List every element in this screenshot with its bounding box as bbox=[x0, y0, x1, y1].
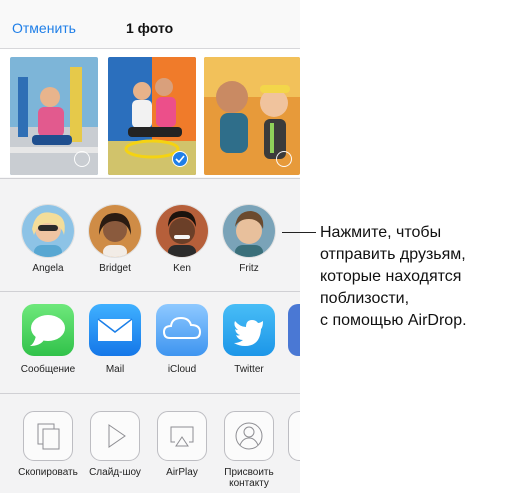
callout-line-2: отправить друзьям, bbox=[320, 246, 466, 263]
avatar bbox=[155, 204, 209, 258]
action-label: AirPlay bbox=[166, 467, 198, 478]
airdrop-person[interactable]: Bridget bbox=[85, 204, 145, 274]
share-sheet: Отменить 1 фото Angela Bridget Ken Fritz… bbox=[0, 0, 300, 493]
app-label: Mail bbox=[105, 364, 125, 375]
select-circle[interactable] bbox=[74, 151, 90, 167]
app-label: Twitter bbox=[234, 364, 264, 375]
person-name: Bridget bbox=[99, 263, 131, 274]
person-name: Angela bbox=[32, 263, 64, 274]
airdrop-person[interactable]: Ken bbox=[152, 204, 212, 274]
copy-icon bbox=[23, 411, 73, 461]
airplay-icon bbox=[157, 411, 207, 461]
share-app-icloud[interactable]: iCloud bbox=[149, 304, 215, 375]
share-app-mail[interactable]: Mail bbox=[82, 304, 148, 375]
callout-line-1: Нажмите, чтобы bbox=[320, 224, 442, 241]
action-assign-contact[interactable]: Присвоить контакту bbox=[215, 411, 283, 489]
select-circle[interactable] bbox=[276, 151, 292, 167]
person-name: Fritz bbox=[239, 263, 259, 274]
airdrop-person[interactable]: Angela bbox=[18, 204, 78, 274]
photo-strip[interactable] bbox=[0, 49, 300, 177]
action-slideshow[interactable]: Слайд-шоу bbox=[81, 411, 149, 478]
slideshow-icon bbox=[90, 411, 140, 461]
page-title: 1 фото bbox=[126, 20, 174, 36]
mail-icon bbox=[89, 304, 141, 356]
navigation-bar: Отменить 1 фото bbox=[0, 0, 300, 49]
photo-thumbnail-3[interactable] bbox=[204, 57, 300, 175]
share-app-twitter[interactable]: Twitter bbox=[216, 304, 282, 375]
callout-line-5: с помощью AirDrop. bbox=[320, 312, 467, 329]
cancel-button[interactable]: Отменить bbox=[12, 20, 76, 36]
icloud-icon bbox=[156, 304, 208, 356]
airdrop-person[interactable]: Fritz bbox=[219, 204, 279, 274]
more-action-icon[interactable] bbox=[288, 411, 300, 461]
avatar bbox=[88, 204, 142, 258]
avatar bbox=[222, 204, 276, 258]
action-label: Слайд-шоу bbox=[89, 467, 141, 478]
photo-thumbnail-1[interactable] bbox=[10, 57, 98, 175]
airdrop-callout: Нажмите, чтобы отправить друзьям, которы… bbox=[320, 222, 510, 332]
action-airplay[interactable]: AirPlay bbox=[148, 411, 216, 478]
photo-thumbnail-2[interactable] bbox=[108, 57, 196, 175]
action-copy[interactable]: Скопировать bbox=[14, 411, 82, 478]
selected-checkmark-icon[interactable] bbox=[172, 151, 188, 167]
more-app-icon[interactable] bbox=[288, 304, 300, 356]
action-label: Присвоить контакту bbox=[224, 467, 274, 489]
callout-line bbox=[282, 232, 316, 233]
action-label: Скопировать bbox=[18, 467, 78, 478]
callout-line-3: которые находятся bbox=[320, 268, 462, 285]
messages-icon bbox=[22, 304, 74, 356]
avatar bbox=[21, 204, 75, 258]
callout-line-4: поблизости, bbox=[320, 290, 410, 307]
app-label: iCloud bbox=[167, 364, 197, 375]
app-label: Сообщение bbox=[20, 364, 76, 375]
twitter-icon bbox=[223, 304, 275, 356]
share-app-messages[interactable]: Сообщение bbox=[15, 304, 81, 375]
assign-contact-icon bbox=[224, 411, 274, 461]
person-name: Ken bbox=[173, 263, 191, 274]
